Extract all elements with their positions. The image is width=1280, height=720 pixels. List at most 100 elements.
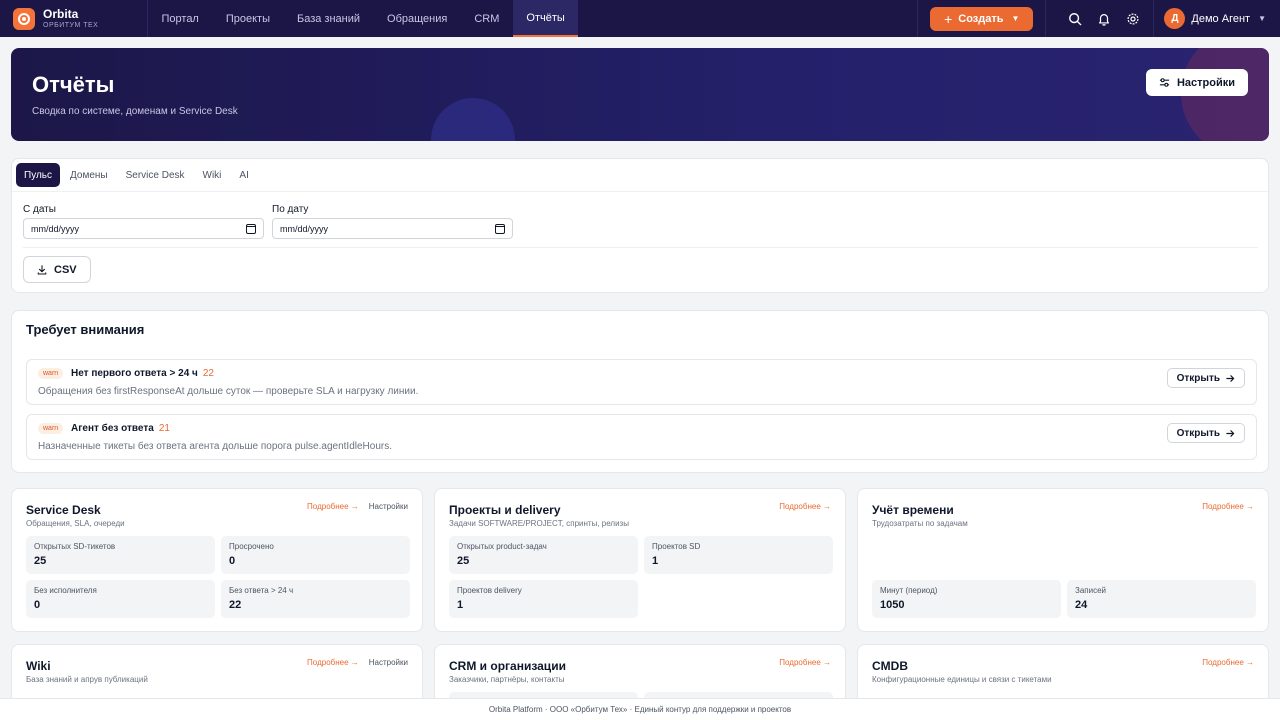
stat-tile: Без ответа > 24 ч 22 <box>221 580 410 618</box>
alert-count: 22 <box>202 368 214 379</box>
alert-item: warn Агент без ответа 21 Назначенные тике… <box>26 414 1257 460</box>
plus-icon: + <box>944 10 953 27</box>
nav-item-projects[interactable]: Проекты <box>212 0 283 37</box>
stat-tile: Проектов SD 1 <box>644 536 833 574</box>
tab-domains[interactable]: Домены <box>62 163 116 187</box>
alert-description: Назначенные тикеты без ответа агента дол… <box>38 441 392 452</box>
stat-label: Проектов SD <box>652 542 701 551</box>
report-settings-label: Настройки <box>1176 76 1235 89</box>
more-link[interactable]: Подробнее → <box>779 658 831 667</box>
download-icon <box>37 264 47 275</box>
alert-title: Нет первого ответа > 24 ч 22 <box>71 368 214 379</box>
create-button[interactable]: + Создать ▼ <box>930 6 1034 31</box>
stat-value: 1 <box>652 555 659 567</box>
report-filters-panel: Пульс Домены Service Desk Wiki AI С даты… <box>11 158 1269 293</box>
attention-panel: Требует внимания warn Нет первого ответа… <box>11 310 1269 473</box>
footer: Orbita Platform · ООО «Орбитум Тех» · Ед… <box>0 698 1280 720</box>
more-link[interactable]: Подробнее → <box>307 658 359 667</box>
decorative-circle <box>431 98 515 141</box>
page-hero: Отчёты Сводка по системе, доменам и Serv… <box>11 48 1269 141</box>
more-link[interactable]: Подробнее → <box>1202 658 1254 667</box>
nav-item-reports[interactable]: Отчёты <box>512 0 579 37</box>
stat-tile: Просрочено 0 <box>221 536 410 574</box>
sliders-icon <box>1159 78 1170 87</box>
stat-tile: Открытых SD-тикетов 25 <box>26 536 215 574</box>
stat-label: Записей <box>1075 586 1106 595</box>
search-icon <box>1068 12 1082 25</box>
nav-item-portal[interactable]: Портал <box>148 0 212 37</box>
warn-badge: warn <box>38 423 64 434</box>
date-from-input[interactable]: mm/dd/yyyy <box>23 218 264 239</box>
nav-item-knowledge-base[interactable]: База знаний <box>284 0 374 37</box>
card-subtitle: Обращения, SLA, очереди <box>26 519 125 528</box>
open-alert-button[interactable]: Открыть <box>1166 423 1245 443</box>
projects-card: Проекты и delivery Задачи SOFTWARE/PROJE… <box>434 488 846 632</box>
more-link[interactable]: Подробнее → <box>779 502 831 511</box>
user-name: Демо Агент <box>1191 12 1251 25</box>
open-alert-button[interactable]: Открыть <box>1166 368 1245 388</box>
csv-button-label: CSV <box>54 263 77 276</box>
card-title: CMDB <box>872 659 908 673</box>
date-to-input[interactable]: mm/dd/yyyy <box>272 218 513 239</box>
tab-wiki[interactable]: Wiki <box>195 163 230 187</box>
stat-value: 1050 <box>880 599 905 611</box>
card-subtitle: Заказчики, партнёры, контакты <box>449 675 565 684</box>
gear-icon <box>1127 12 1139 25</box>
notifications-button[interactable] <box>1089 0 1118 37</box>
tab-pulse[interactable]: Пульс <box>16 163 61 187</box>
divider <box>23 247 1258 248</box>
stat-label: Минут (период) <box>880 586 938 595</box>
search-button[interactable] <box>1060 0 1089 37</box>
open-button-label: Открыть <box>1176 372 1220 384</box>
stat-value: 24 <box>1075 599 1088 611</box>
brand-subtitle: ОРБИТУМ ТЕХ <box>43 22 99 29</box>
stat-value: 22 <box>229 599 242 611</box>
footer-text: Orbita Platform · ООО «Орбитум Тех» · Ед… <box>488 705 792 714</box>
csv-export-button[interactable]: CSV <box>23 256 91 283</box>
more-link[interactable]: Подробнее → <box>1202 502 1254 511</box>
date-to-label: По дату <box>272 204 309 215</box>
alert-title-text: Агент без ответа <box>71 423 154 434</box>
tab-service-desk[interactable]: Service Desk <box>118 163 193 187</box>
avatar: Д <box>1164 8 1186 29</box>
card-title: Учёт времени <box>872 503 954 517</box>
stat-value: 25 <box>457 555 470 567</box>
more-link[interactable]: Подробнее → <box>307 502 359 511</box>
stat-label: Просрочено <box>229 542 274 551</box>
alert-count: 21 <box>158 423 170 434</box>
user-menu[interactable]: Д Демо Агент ▼ <box>1153 0 1280 37</box>
nav-item-crm[interactable]: CRM <box>461 0 513 37</box>
stat-label: Без ответа > 24 ч <box>229 586 294 595</box>
stat-label: Открытых SD-тикетов <box>34 542 116 551</box>
brand[interactable]: Orbita ОРБИТУМ ТЕХ <box>0 0 148 37</box>
card-subtitle: Трудозатраты по задачам <box>872 519 968 528</box>
arrow-right-icon <box>1226 429 1235 437</box>
arrow-right-icon <box>1226 374 1235 382</box>
chevron-down-icon: ▼ <box>1011 14 1020 23</box>
card-subtitle: Конфигурационные единицы и связи с тикет… <box>872 675 1052 684</box>
date-to-placeholder: mm/dd/yyyy <box>280 223 329 234</box>
top-navbar: Orbita ОРБИТУМ ТЕХ Портал Проекты База з… <box>0 0 1280 37</box>
report-settings-button[interactable]: Настройки <box>1145 69 1248 96</box>
nav-item-requests[interactable]: Обращения <box>374 0 461 37</box>
alert-title-text: Нет первого ответа > 24 ч <box>71 368 198 379</box>
tab-ai[interactable]: AI <box>231 163 256 187</box>
settings-button[interactable] <box>1118 0 1147 37</box>
time-tracking-card: Учёт времени Трудозатраты по задачам Под… <box>857 488 1269 632</box>
stat-label: Без исполнителя <box>34 586 97 595</box>
card-subtitle: Задачи SOFTWARE/PROJECT, спринты, релизы <box>449 519 629 528</box>
stat-value: 0 <box>34 599 41 611</box>
bell-icon <box>1098 13 1109 26</box>
stat-label: Открытых product-задач <box>457 542 547 551</box>
card-settings-link[interactable]: Настройки <box>369 502 408 511</box>
card-settings-link[interactable]: Настройки <box>369 658 408 667</box>
chevron-down-icon: ▼ <box>1258 14 1266 23</box>
main-nav: Портал Проекты База знаний Обращения CRM… <box>148 0 579 37</box>
stat-value: 1 <box>457 599 464 611</box>
date-from-placeholder: mm/dd/yyyy <box>31 223 80 234</box>
stat-tile: Проектов delivery 1 <box>449 580 638 618</box>
card-title: Проекты и delivery <box>449 503 561 517</box>
warn-badge: warn <box>38 368 64 379</box>
create-button-label: Создать <box>958 12 1004 25</box>
date-from-label: С даты <box>23 204 56 215</box>
